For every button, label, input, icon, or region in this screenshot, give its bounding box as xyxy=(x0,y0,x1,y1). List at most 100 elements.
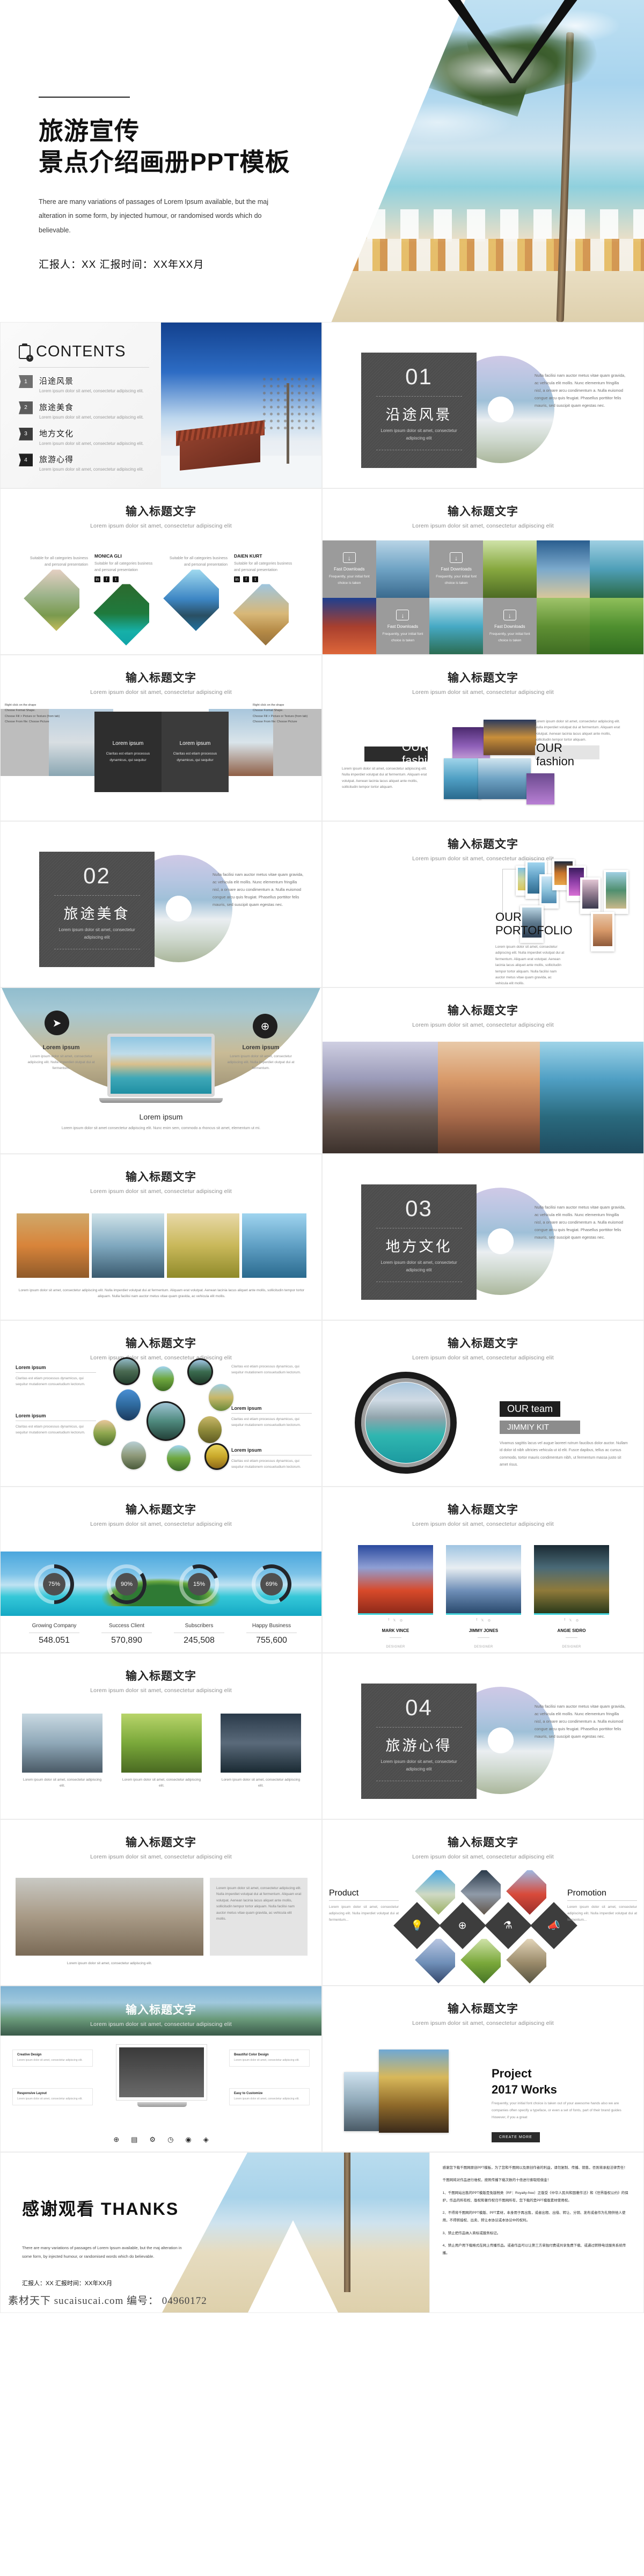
notice-paragraph: 4、禁止用户用下载格式在网上传播作品。或者作品可以让第三方单独付费或共享免费下载… xyxy=(442,2244,626,2256)
twitter-icon[interactable]: 𝕏 xyxy=(481,1619,484,1622)
download-tray-icon xyxy=(396,610,409,621)
contents-item[interactable]: 1 沿途风景 Lorem ipsum dolor sit amet, conse… xyxy=(19,375,149,395)
dribbble-icon[interactable]: ◎ xyxy=(488,1619,491,1622)
contents-item[interactable]: 2 旅途美食 Lorem ipsum dolor sit amet, conse… xyxy=(19,401,149,421)
feature-card[interactable]: Creative Design Lorem ipsum dolor sit am… xyxy=(12,2050,93,2067)
stat-column: Subscribers 245,508 xyxy=(164,1620,234,1645)
laptop-column-left: Lorem ipsum Lorem ipsum dolor sit amet, … xyxy=(26,1044,96,1071)
linkedin-icon[interactable]: in xyxy=(234,576,240,583)
slide-three-cards[interactable]: 输入标题文字 Lorem ipsum dolor sit amet, conse… xyxy=(0,1653,322,1819)
card-text: Lorem ipsum dolor sit amet, consectetur … xyxy=(221,1778,301,1788)
card-photo xyxy=(22,1714,103,1773)
slide-landmark[interactable]: 输入标题文字 Lorem ipsum dolor sit amet, conse… xyxy=(0,1819,322,1986)
slide-mockups[interactable]: 输入标题文字 Lorem ipsum dolor sit amet, conse… xyxy=(0,1986,322,2152)
facebook-icon[interactable]: f xyxy=(388,1619,389,1622)
mosaic-tile-text[interactable]: Fast Downloads Frequently, your initial … xyxy=(376,598,430,654)
slide-photo-strip[interactable]: 输入标题文字 Lorem ipsum dolor sit amet, conse… xyxy=(0,1154,322,1320)
slide-portfolio[interactable]: 输入标题文字 Lorem ipsum dolor sit amet, conse… xyxy=(322,821,644,987)
paper-plane-icon[interactable]: ➤ xyxy=(45,1011,69,1035)
network-node[interactable] xyxy=(167,1445,191,1471)
icon-row[interactable]: ⊕ ▤ ⚙ ◷ ◉ ◈ xyxy=(1,2135,321,2144)
twitter-icon[interactable]: 𝕏 xyxy=(393,1619,396,1622)
network-node-center[interactable] xyxy=(147,1401,185,1441)
gauge-value: 15% xyxy=(188,1573,210,1596)
facebook-icon[interactable]: f xyxy=(564,1619,565,1622)
slide-product-promotion[interactable]: 输入标题文字 Lorem ipsum dolor sit amet, conse… xyxy=(322,1819,644,1986)
slide-team-diamonds[interactable]: 输入标题文字 Lorem ipsum dolor sit amet, conse… xyxy=(0,488,322,655)
mosaic-tile-text[interactable]: Fast Downloads Frequently, your initial … xyxy=(323,540,376,598)
feature-card[interactable]: Beautiful Color Design Lorem ipsum dolor… xyxy=(229,2050,310,2067)
slide-title: 输入标题文字 xyxy=(448,1504,518,1516)
label-text: Claritas est etiam processus dynamicus, … xyxy=(231,1365,301,1375)
twitter-icon[interactable]: 𝕏 xyxy=(569,1619,572,1622)
slide-network[interactable]: 输入标题文字 Lorem ipsum dolor sit amet, conse… xyxy=(0,1320,322,1487)
network-node[interactable] xyxy=(204,1443,229,1470)
feature-card[interactable]: Easy to Customize Lorem ipsum dolor sit … xyxy=(229,2088,310,2105)
feature-card[interactable]: Responsive Layout Lorem ipsum dolor sit … xyxy=(12,2088,93,2105)
social-links[interactable]: f 𝕏 ◎ xyxy=(534,1619,609,1622)
slide-section-03[interactable]: 03 地方文化 Lorem ipsum dolor sit amet, cons… xyxy=(322,1154,644,1320)
dribbble-icon[interactable]: ◎ xyxy=(576,1619,579,1622)
slide-mosaic[interactable]: 输入标题文字 Lorem ipsum dolor sit amet, conse… xyxy=(322,488,644,655)
photo-thumb xyxy=(444,758,481,799)
slide-our-team[interactable]: 输入标题文字 Lorem ipsum dolor sit amet, conse… xyxy=(322,1320,644,1487)
contents-item[interactable]: 4 旅游心得 Lorem ipsum dolor sit amet, conse… xyxy=(19,453,149,473)
contents-item[interactable]: 3 地方文化 Lorem ipsum dolor sit amet, conse… xyxy=(19,427,149,448)
create-more-button[interactable]: CREATE MORE xyxy=(492,2132,540,2142)
facebook-icon[interactable]: f xyxy=(243,576,249,583)
mosaic-tile-text[interactable]: Fast Downloads Frequently, your initial … xyxy=(429,540,483,598)
facebook-icon[interactable]: f xyxy=(476,1619,477,1622)
diamond-card[interactable]: MONICA GLI Suitable for all categories b… xyxy=(93,553,158,646)
clock-icon[interactable]: ◷ xyxy=(167,2135,173,2144)
slide-photo-trio[interactable]: 输入标题文字 Lorem ipsum dolor sit amet, conse… xyxy=(322,987,644,1154)
slide-laptop[interactable]: ➤ ⊕ Lorem ipsum Lorem ipsum dolor sit am… xyxy=(0,987,322,1154)
globe-icon[interactable]: ⊕ xyxy=(253,1014,277,1038)
dribbble-icon[interactable]: ◎ xyxy=(400,1619,403,1622)
diamond-card[interactable]: Suitable for all categories business and… xyxy=(163,553,228,631)
slide-members[interactable]: 输入标题文字 Lorem ipsum dolor sit amet, conse… xyxy=(322,1487,644,1653)
tile-title: Fast Downloads xyxy=(387,624,419,630)
slide-section-04[interactable]: 04 旅游心得 Lorem ipsum dolor sit amet, cons… xyxy=(322,1653,644,1819)
slide-project-2017[interactable]: 输入标题文字 Lorem ipsum dolor sit amet, conse… xyxy=(322,1986,644,2152)
network-node[interactable] xyxy=(113,1357,140,1385)
slide-our-fashion[interactable]: 输入标题文字 Lorem ipsum dolor sit amet, conse… xyxy=(322,655,644,821)
facebook-icon[interactable]: f xyxy=(104,576,109,583)
column-heading: Lorem ipsum xyxy=(242,1044,280,1051)
slide-stats[interactable]: 输入标题文字 Lorem ipsum dolor sit amet, conse… xyxy=(0,1487,322,1653)
slide-section-01[interactable]: 01 沿途风景 Lorem ipsum dolor sit amet, cons… xyxy=(322,322,644,488)
network-node[interactable] xyxy=(198,1416,222,1443)
photo-thumb xyxy=(17,1213,89,1278)
member-card[interactable]: f 𝕏 ◎ ANGIE SIDRO DESIGNER xyxy=(534,1545,609,1650)
chart-icon[interactable]: ▤ xyxy=(131,2135,137,2144)
slide-section-02[interactable]: 02 旅途美食 Lorem ipsum dolor sit amet, cons… xyxy=(0,821,322,987)
slide-contents[interactable]: CONTENTS 1 沿途风景 Lorem ipsum dolor sit am… xyxy=(0,322,322,488)
network-node[interactable] xyxy=(116,1389,141,1421)
mosaic-tile-photo xyxy=(590,598,643,654)
section-title-cn: 旅游心得 xyxy=(385,1738,452,1754)
browser-screen xyxy=(119,2047,204,2097)
diamond-card[interactable]: DAIEN KURT Suitable for all categories b… xyxy=(233,553,297,646)
member-card[interactable]: f 𝕏 ◎ MARK VINCE DESIGNER xyxy=(358,1545,433,1650)
mosaic-tile-text[interactable]: Fast Downloads Frequently, your initial … xyxy=(482,598,537,654)
social-links[interactable]: f 𝕏 ◎ xyxy=(446,1619,521,1622)
tile-text: Frequently, your initial font choice is … xyxy=(382,632,423,642)
network-node[interactable] xyxy=(209,1384,233,1411)
linkedin-icon[interactable]: in xyxy=(94,576,100,583)
gear-icon[interactable]: ⚙ xyxy=(149,2135,156,2144)
diamond-card[interactable]: Suitable for all categories business and… xyxy=(24,553,88,631)
slide-3d-box[interactable]: 输入标题文字 Lorem ipsum dolor sit amet, conse… xyxy=(0,655,322,821)
bulb-icon[interactable]: ◉ xyxy=(185,2135,191,2144)
tag-icon[interactable]: ◈ xyxy=(203,2135,209,2144)
section-box: 02 旅途美食 Lorem ipsum dolor sit amet, cons… xyxy=(39,852,155,967)
network-node[interactable] xyxy=(152,1366,174,1391)
social-links[interactable]: f 𝕏 ◎ xyxy=(358,1619,433,1622)
network-node[interactable] xyxy=(121,1441,146,1469)
member-card[interactable]: f 𝕏 ◎ JIMMY JONES DESIGNER xyxy=(446,1545,521,1650)
palm-trunk-decor xyxy=(556,32,574,322)
network-node[interactable] xyxy=(187,1358,213,1385)
twitter-icon[interactable]: t xyxy=(252,576,258,583)
globe-icon[interactable]: ⊕ xyxy=(113,2135,119,2144)
tile-title: Fast Downloads xyxy=(494,624,525,630)
twitter-icon[interactable]: t xyxy=(113,576,119,583)
network-node[interactable] xyxy=(93,1420,116,1446)
